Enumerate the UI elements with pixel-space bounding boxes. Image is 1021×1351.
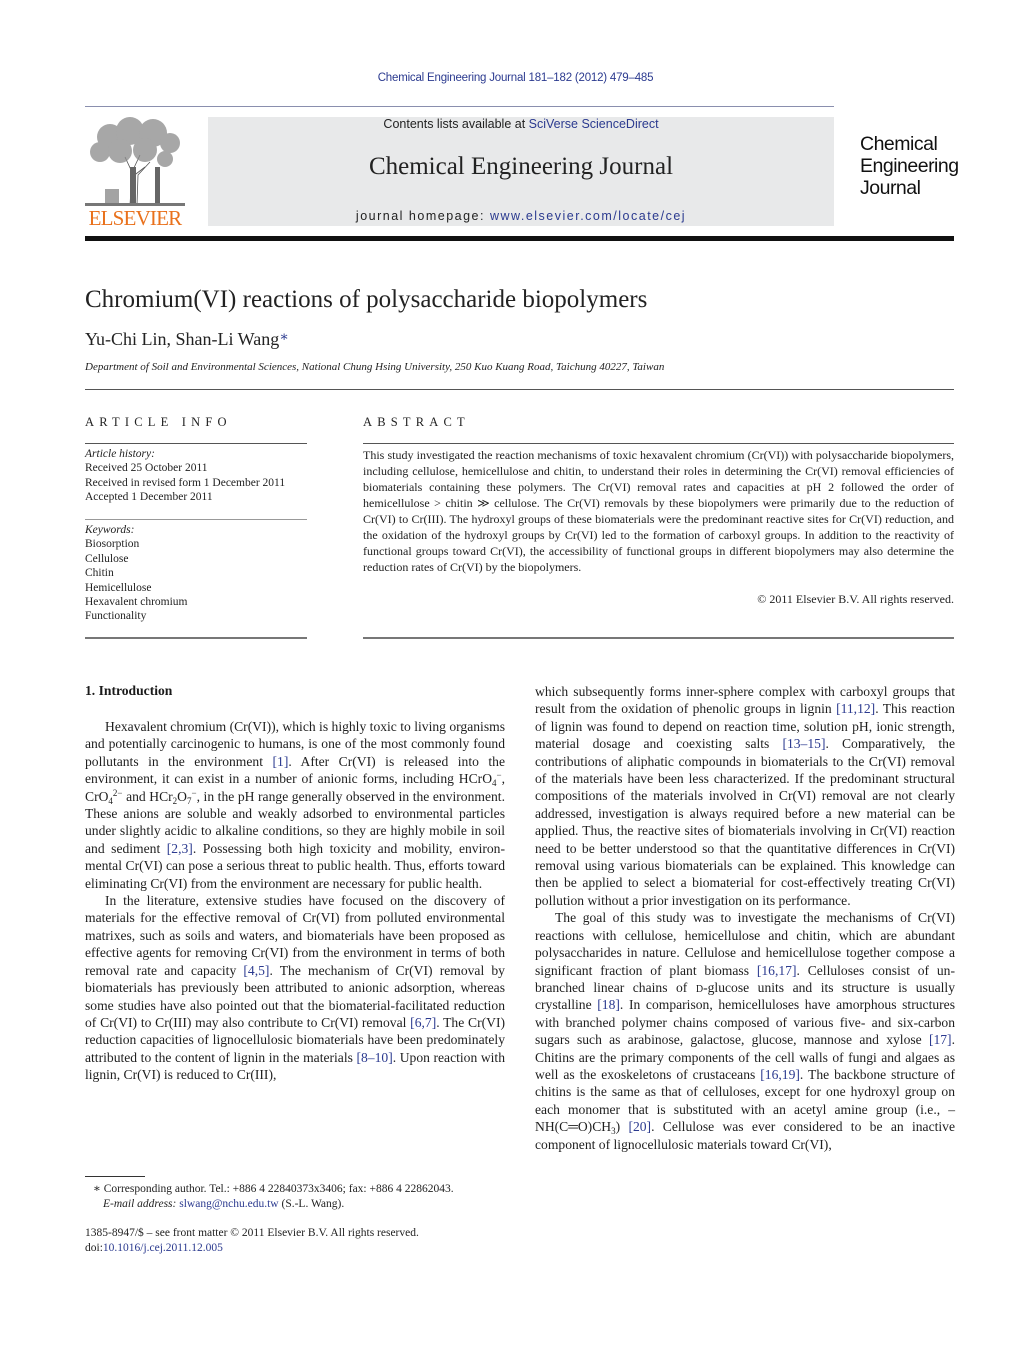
email-suffix: (S.-L. Wang). [278, 1198, 345, 1210]
keywords-label: Keywords: [85, 524, 135, 536]
abstract-copyright: © 2011 Elsevier B.V. All rights reserved… [757, 592, 954, 606]
footnote-text: Corresponding author. Tel.: +886 4 22840… [100, 1183, 454, 1195]
section-heading-introduction: 1. Introduction [85, 683, 173, 698]
journal-cover-title: Chemical Engineering Journal [860, 133, 959, 199]
corresponding-author-mark[interactable]: ∗ [279, 330, 289, 345]
citation-link[interactable]: [4,5] [243, 963, 269, 978]
history-divider [85, 519, 307, 520]
keyword: Biosorption [85, 538, 140, 551]
front-matter: 1385-8947/$ – see front matter © 2011 El… [85, 1226, 419, 1256]
journal-homepage: journal homepage: www.elsevier.com/locat… [208, 209, 834, 223]
cover-title-line: Chemical [860, 133, 938, 155]
citation-link[interactable]: [13–15] [782, 736, 825, 751]
text: d [695, 979, 704, 995]
text: . Comparatively, the contributions of al… [535, 736, 955, 908]
sciencedirect-link[interactable]: SciVerse ScienceDirect [529, 117, 659, 131]
citation-link[interactable]: [17] [929, 1032, 952, 1047]
superscript: 2− [112, 787, 123, 798]
keyword: Cellulose [85, 552, 129, 565]
title-divider [85, 389, 954, 390]
email-link[interactable]: slwang@nchu.edu.tw [179, 1198, 278, 1210]
keywords-divider [85, 637, 307, 639]
email-label: E-mail address: [103, 1198, 180, 1210]
text: ) [615, 1119, 629, 1135]
paragraph: which subsequently forms inner-sphere co… [535, 683, 955, 909]
citation-link[interactable]: [2,3] [167, 841, 193, 856]
keyword: Chitin [85, 567, 114, 580]
abstract-divider [363, 443, 954, 444]
citation-link[interactable]: [11,12] [836, 701, 875, 716]
paragraph: The goal of this study was to investigat… [535, 909, 955, 1153]
footnote-mark: ∗ [93, 1183, 101, 1195]
keyword: Hemicellulose [85, 581, 152, 594]
contents-prefix: Contents lists available at [383, 117, 529, 131]
abstract-heading: ABSTRACT [363, 415, 470, 429]
homepage-prefix: journal homepage: [355, 209, 490, 223]
doi-prefix: doi: [85, 1242, 103, 1254]
citation-link[interactable]: [1] [273, 754, 289, 769]
citation-link[interactable]: [8–10] [356, 1050, 392, 1065]
article-info-heading: ARTICLE INFO [85, 415, 232, 429]
authors-text: Yu-Chi Lin, Shan-Li Wang [85, 329, 280, 349]
history-entry: Received in revised form 1 December 2011 [85, 476, 286, 489]
abstract-text: This study investigated the reaction mec… [363, 448, 954, 574]
paragraph: Hexavalent chromium (Cr(VI)), which is h… [85, 718, 505, 892]
body-column-right: which subsequently forms inner-sphere co… [535, 683, 955, 1153]
issn-line: 1385-8947/$ – see front matter © 2011 El… [85, 1227, 419, 1239]
running-head[interactable]: Chemical Engineering Journal 181–182 (20… [0, 72, 1021, 84]
keywords: Keywords: Biosorption Cellulose Chitin H… [85, 523, 315, 624]
text: and HCr [122, 788, 173, 804]
history-entry: Accepted 1 December 2011 [85, 491, 213, 504]
citation-link[interactable]: [20] [628, 1119, 651, 1134]
keyword: Functionality [85, 610, 147, 623]
abstract-bottom-divider [363, 637, 954, 639]
article-title: Chromium(VI) reactions of polysaccharide… [85, 286, 648, 313]
header-divider [85, 106, 834, 107]
contents-availability: Contents lists available at SciVerse Sci… [208, 117, 834, 131]
author-list: Yu-Chi Lin, Shan-Li Wang∗ [85, 329, 289, 350]
history-entry: Received 25 October 2011 [85, 462, 208, 475]
masthead-thick-rule [85, 236, 954, 241]
citation-link[interactable]: [18] [597, 997, 620, 1012]
homepage-link[interactable]: www.elsevier.com/locate/cej [490, 209, 686, 223]
article-history-label: Article history: [85, 448, 155, 460]
cover-title-line: Journal [860, 177, 921, 199]
journal-name: Chemical Engineering Journal [368, 153, 674, 180]
article-info-divider [85, 443, 307, 444]
text: O [177, 788, 187, 804]
footnote-divider [85, 1176, 145, 1177]
citation-link[interactable]: [16,19] [760, 1067, 800, 1082]
citation-link[interactable]: [6,7] [410, 1015, 436, 1030]
citation-link[interactable]: [16,17] [757, 963, 797, 978]
corresponding-author-footnote: ∗ Corresponding author. Tel.: +886 4 228… [93, 1182, 454, 1212]
affiliation: Department of Soil and Environmental Sci… [85, 361, 665, 373]
article-history: Article history: Received 25 October 201… [85, 447, 315, 505]
keyword: Hexavalent chromium [85, 596, 188, 609]
doi-link[interactable]: 10.1016/j.cej.2011.12.005 [103, 1242, 223, 1254]
cover-title-line: Engineering [860, 155, 959, 177]
elsevier-wordmark: ELSEVIER [88, 206, 183, 230]
body-column-left: Hexavalent chromium (Cr(VI)), which is h… [85, 718, 505, 1084]
paragraph: In the literature, extensive studies hav… [85, 892, 505, 1083]
